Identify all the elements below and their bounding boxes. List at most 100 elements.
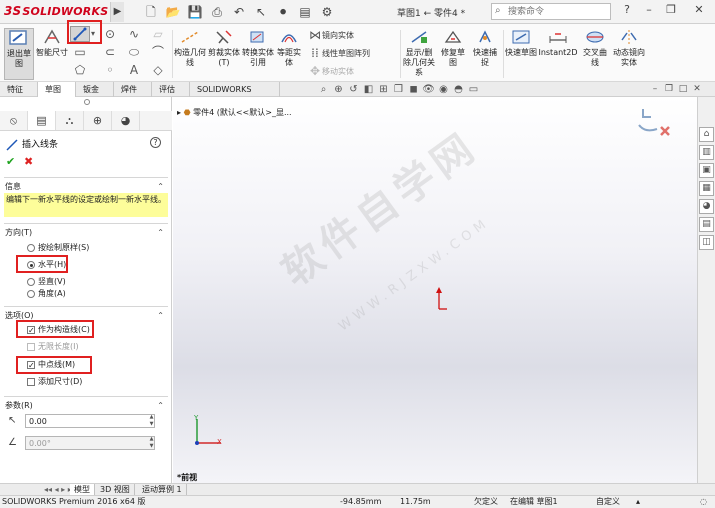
rapid-sketch-button[interactable]: 快速草图 [505,28,537,80]
previous-view-icon[interactable]: ↺ [346,83,361,96]
select-arrow-icon[interactable]: ↖ [250,3,272,21]
solidworks-logo[interactable]: 3SSOLIDWORKS [4,4,108,18]
polygon-tool-icon[interactable]: ⬠ [70,62,90,78]
restore-icon[interactable]: ❐ [662,3,680,16]
length-spinner[interactable]: ▲ ▼ [148,414,155,428]
help-dropdown-icon[interactable]: ? [618,3,636,16]
menu-expand-icon[interactable]: ▶ [110,2,124,22]
rectangle-tool-icon[interactable]: ▭ [70,44,90,60]
file-properties-icon[interactable]: ▤ [294,3,316,21]
feature-manager-tab-icon[interactable]: ⦸ [0,111,28,130]
slot-tool-icon[interactable]: ⊂ [100,44,120,60]
new-document-icon[interactable]: 🗋 [140,3,162,21]
tab-sketch[interactable]: 草图 [38,82,76,97]
tab-sheet-metal[interactable]: 钣金 [76,82,114,97]
minimize-icon[interactable]: – [640,3,658,16]
tab-features[interactable]: 特征 [0,82,38,97]
close-icon[interactable]: ✕ [690,3,708,16]
viewport-restore-icon[interactable]: ❐ [662,83,676,96]
tab-mbd[interactable]: SOLIDWORKS MBD [190,82,280,109]
spline-tool-icon[interactable]: ∿ [124,26,144,42]
length-input[interactable] [25,414,155,428]
solidworks-resources-icon[interactable]: ⌂ [699,127,714,142]
display-style-icon[interactable]: ◼ [406,83,421,96]
offset-entities-button[interactable]: 等距实体 [275,28,303,80]
collapse-chevron-icon[interactable]: ⌃ [157,226,164,239]
search-box[interactable]: ⌕ [491,3,611,20]
section-view-icon[interactable]: ◧ [361,83,376,96]
radio-angle[interactable] [27,290,35,298]
property-manager-tab-icon[interactable]: ▤ [28,111,56,130]
save-icon[interactable]: 💾 [184,3,206,21]
smart-dimension-button[interactable]: 智能尺寸 [36,28,68,80]
hide-show-items-icon[interactable]: 👁 [421,83,436,96]
radio-vertical[interactable] [27,278,35,286]
options-gear-icon[interactable]: ⚙ [316,3,338,21]
units-dropdown-icon[interactable]: ▴ [636,496,640,508]
move-entities-label[interactable]: 移动实体 [322,66,354,77]
radio-as-sketched[interactable] [27,244,35,252]
circle-tool-icon[interactable]: ⊙ [100,26,120,42]
tab-evaluate[interactable]: 评估 [152,82,190,97]
forum-icon[interactable]: ◫ [699,235,714,250]
view-orientation-icon[interactable]: ❒ [391,83,406,96]
collapse-chevron-icon[interactable]: ⌃ [157,309,164,322]
checkbox-add-dimensions[interactable] [27,378,35,386]
confirmation-corner[interactable] [635,105,675,145]
view-settings-icon[interactable]: ▭ [466,83,481,96]
expand-arrow-icon[interactable]: ▸ [177,108,181,117]
viewport-close-icon[interactable]: ✕ [690,83,704,96]
repair-sketch-button[interactable]: 修复草图 [438,28,468,80]
design-library-icon[interactable]: ▥ [699,145,714,160]
quick-snaps-button[interactable]: 快速捕捉 [470,28,500,80]
intersection-curve-button[interactable]: 交叉曲线 [580,28,610,80]
zoom-to-fit-icon[interactable]: ⌕ [316,83,331,96]
open-folder-icon[interactable]: 📂 [162,3,184,21]
zoom-area-icon[interactable]: ⊕ [331,83,346,96]
undo-icon[interactable]: ↶ [228,3,250,21]
appearances-icon[interactable]: ◕ [699,199,714,214]
parameters-group-header[interactable]: 参数(R) ⌃ [0,399,172,412]
dynamic-mirror-button[interactable]: 动态镜向实体 [612,28,646,80]
viewport-minimize-icon[interactable]: – [648,83,662,96]
exit-sketch-button[interactable]: 退出草图 [4,28,34,80]
help-icon[interactable]: ? [150,137,161,148]
ok-checkmark-icon[interactable]: ✔ [6,155,15,168]
file-explorer-icon[interactable]: ▣ [699,163,714,178]
convert-entities-button[interactable]: 转换实体引用 [242,28,274,80]
pm-collapse-handle[interactable] [84,99,90,105]
surface-icon[interactable]: ▱ [148,26,168,42]
collapse-chevron-icon[interactable]: ⌃ [157,180,164,193]
tooltip-icon[interactable]: ◌ [700,496,707,508]
plane-tool-icon[interactable]: ◇ [148,62,168,78]
fillet-tool-icon[interactable]: ⌒ [148,44,168,60]
trim-entities-button[interactable]: 剪裁实体(T) [207,28,241,80]
angle-input[interactable] [25,436,155,450]
feature-tree-flyout[interactable]: ▸ ⬣ 零件4 (默认<<默认>_显... [177,107,292,118]
mirror-entities-label[interactable]: 镜向实体 [322,30,354,41]
tab-weldments[interactable]: 焊件 [114,82,152,97]
view-palette-icon[interactable]: ▦ [699,181,714,196]
edit-appearance-icon[interactable]: ◉ [436,83,451,96]
rebuild-traffic-light-icon[interactable]: ⚫ [272,3,294,21]
ellipse-tool-icon[interactable]: ⬭ [124,44,144,60]
display-delete-relations-button[interactable]: 显示/删除几何关系 [402,28,436,80]
dimxpert-manager-tab-icon[interactable]: ⊕ [84,111,112,130]
units-status[interactable]: 自定义 [596,496,620,508]
dynamic-annotation-icon[interactable]: ⊞ [376,83,391,96]
print-icon[interactable]: ⎙ [206,3,228,21]
graphics-area[interactable]: 软件自学网 WWW.RJZXW.COM ▸ ⬣ 零件4 (默认<<默认>_显..… [173,97,697,483]
viewport-maximize-icon[interactable]: □ [676,83,690,96]
collapse-chevron-icon[interactable]: ⌃ [157,399,164,412]
cancel-x-icon[interactable]: ✖ [24,155,33,168]
point-tool-icon[interactable]: ◦ [100,62,120,78]
info-group-header[interactable]: 信息 ⌃ [0,180,172,193]
custom-properties-icon[interactable]: ▤ [699,217,714,232]
display-manager-tab-icon[interactable]: ◕ [112,111,140,130]
instant2d-button[interactable]: Instant2D [538,28,578,80]
construction-geometry-button[interactable]: 构造几何线 [174,28,206,80]
checkbox-infinite-length[interactable] [27,343,35,351]
linear-pattern-label[interactable]: 线性草图阵列 [322,48,370,59]
configuration-manager-tab-icon[interactable]: ⛬ [56,111,84,130]
search-input[interactable] [508,5,608,18]
